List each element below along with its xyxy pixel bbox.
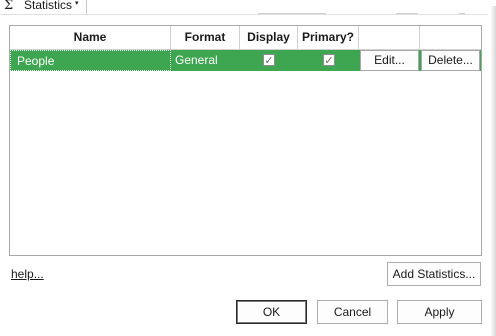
cell-format[interactable]: General xyxy=(171,50,240,71)
add-statistics-button[interactable]: Add Statistics... xyxy=(387,262,481,286)
delete-button[interactable]: Delete... xyxy=(421,50,480,71)
tab-statistics[interactable]: Statistics ▾ xyxy=(18,0,87,14)
table-row[interactable]: People General ✓ ✓ Edit... Delete... xyxy=(10,50,481,71)
grid-header: Name Format Display Primary? xyxy=(10,26,481,50)
statistics-grid[interactable]: Name Format Display Primary? People Gene… xyxy=(9,25,482,256)
apply-button[interactable]: Apply xyxy=(397,300,482,324)
display-checkbox[interactable]: ✓ xyxy=(263,54,275,66)
window-shadow xyxy=(490,6,496,336)
divider xyxy=(396,13,418,14)
edit-button[interactable]: Edit... xyxy=(360,50,419,71)
cancel-button[interactable]: Cancel xyxy=(317,300,388,324)
title-bar: Σ Statistics ▾ xyxy=(0,0,496,14)
column-header-name[interactable]: Name xyxy=(10,26,171,49)
help-link[interactable]: help... xyxy=(11,267,44,281)
column-header-format[interactable]: Format xyxy=(171,26,240,49)
tab-statistics-label: Statistics xyxy=(24,0,73,12)
column-header-primary[interactable]: Primary? xyxy=(298,26,359,49)
cell-name[interactable]: People xyxy=(10,50,171,71)
column-header-edit xyxy=(359,26,420,49)
ok-button[interactable]: OK xyxy=(236,300,307,324)
column-header-display[interactable]: Display xyxy=(240,26,298,49)
column-header-delete xyxy=(420,26,481,49)
divider xyxy=(0,14,488,15)
sigma-icon: Σ xyxy=(4,0,14,13)
primary-checkbox[interactable]: ✓ xyxy=(323,54,335,66)
divider xyxy=(459,13,465,14)
divider xyxy=(258,13,326,14)
dropdown-caret-icon[interactable]: ▾ xyxy=(75,0,79,7)
